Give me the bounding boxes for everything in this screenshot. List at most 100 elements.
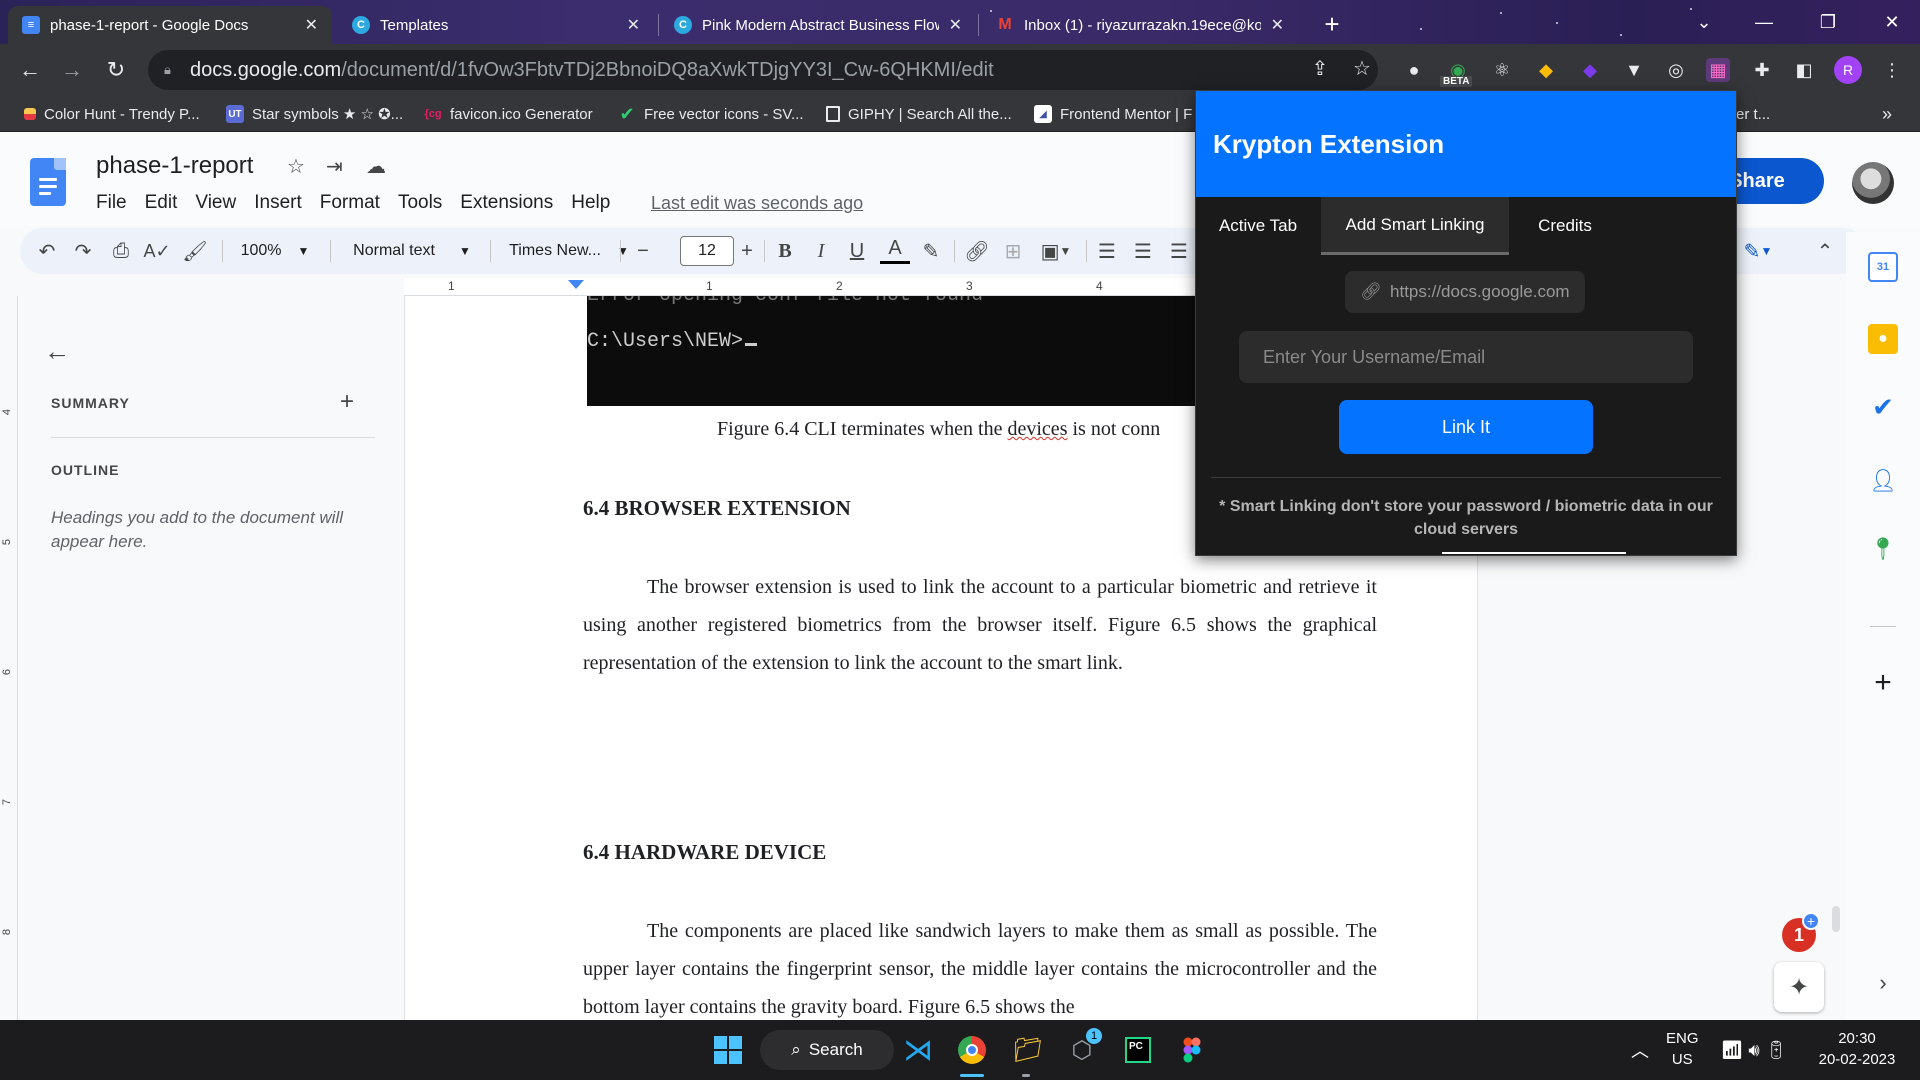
menu-help[interactable]: Help: [571, 192, 610, 214]
tray-chevron-up-icon[interactable]: ︿: [1620, 1030, 1660, 1070]
krypton-extension-icon[interactable]: ▦: [1706, 58, 1730, 82]
move-folder-icon[interactable]: ⇥: [326, 154, 343, 179]
contacts-icon[interactable]: 👤︎: [1868, 466, 1898, 496]
font-size-input[interactable]: 12: [680, 236, 734, 266]
close-icon[interactable]: ✕: [949, 15, 962, 35]
menu-format[interactable]: Format: [320, 192, 380, 214]
menu-view[interactable]: View: [195, 192, 236, 214]
extensions-puzzle-icon[interactable]: ✚: [1750, 58, 1774, 82]
scrollbar[interactable]: [1832, 906, 1840, 932]
redo-icon[interactable]: ↷: [68, 236, 98, 266]
chrome-icon[interactable]: [952, 1030, 992, 1070]
clock[interactable]: 20:30 20-02-2023: [1812, 1028, 1902, 1070]
bookmark-item[interactable]: ◢ Frontend Mentor | F: [1034, 102, 1192, 126]
insert-image-icon[interactable]: ▣ ▼: [1034, 236, 1078, 266]
underline-icon[interactable]: U: [842, 236, 872, 266]
calendar-icon[interactable]: 31: [1868, 252, 1898, 282]
spellcheck-icon[interactable]: A✓: [142, 236, 172, 266]
tab-credits[interactable]: Credits: [1510, 197, 1620, 255]
increase-font-size-icon[interactable]: +: [732, 236, 762, 266]
username-email-input[interactable]: [1239, 331, 1693, 383]
browser-menu-icon[interactable]: ⋮: [1880, 58, 1904, 82]
editing-mode-icon[interactable]: ✎ ▼: [1736, 236, 1780, 266]
bookmark-item[interactable]: {cg favicon.ico Generator: [424, 102, 592, 126]
align-right-icon[interactable]: ☰: [1164, 236, 1194, 266]
keep-icon[interactable]: ●: [1868, 324, 1898, 354]
indent-marker[interactable]: [568, 280, 584, 289]
link-it-button[interactable]: Link It: [1339, 400, 1593, 454]
menu-extensions[interactable]: Extensions: [460, 192, 553, 214]
extension-bug-icon[interactable]: ●: [1402, 58, 1426, 82]
more-bookmarks-icon[interactable]: »: [1882, 102, 1892, 126]
react-devtools-icon[interactable]: ⚛: [1490, 58, 1514, 82]
language-indicator[interactable]: ENG US: [1666, 1028, 1699, 1070]
back-arrow-icon[interactable]: ←: [14, 54, 46, 86]
document-title[interactable]: phase-1-report: [96, 152, 253, 180]
restore-button[interactable]: ❐: [1804, 6, 1852, 38]
reload-icon[interactable]: ↻: [100, 54, 132, 86]
bold-icon[interactable]: B: [770, 236, 800, 266]
insert-link-icon[interactable]: 🔗︎: [960, 236, 994, 266]
forward-arrow-icon[interactable]: →: [56, 54, 88, 86]
font-select[interactable]: Times New... ▼: [494, 236, 644, 266]
tab-active-tab[interactable]: Active Tab: [1196, 197, 1320, 255]
window-close-button[interactable]: ✕: [1868, 6, 1916, 38]
add-summary-icon[interactable]: +: [340, 388, 354, 416]
profile-avatar[interactable]: R: [1834, 56, 1862, 84]
text-color-icon[interactable]: A: [880, 236, 910, 264]
explore-sparkle-icon[interactable]: ✦: [1774, 962, 1824, 1012]
maps-icon[interactable]: 📍︎: [1868, 534, 1898, 564]
back-arrow-icon[interactable]: ←: [44, 336, 70, 367]
misspelled-word[interactable]: devices: [1008, 418, 1068, 440]
align-left-icon[interactable]: ☰: [1092, 236, 1122, 266]
bookmark-item[interactable]: er t...: [1736, 102, 1770, 126]
add-icon[interactable]: +: [1868, 666, 1898, 699]
bookmark-star-icon[interactable]: ☆: [1348, 54, 1376, 82]
highlight-icon[interactable]: ✎: [916, 236, 946, 266]
cloud-saved-icon[interactable]: ☁: [366, 154, 386, 179]
vscode-icon[interactable]: ⋊: [898, 1030, 938, 1070]
bookmark-item[interactable]: UT Star symbols ★ ☆ ✪...: [226, 102, 403, 126]
side-panel-icon[interactable]: ◧: [1792, 58, 1816, 82]
undo-icon[interactable]: ↶: [32, 236, 62, 266]
windows-start-icon[interactable]: [708, 1030, 748, 1070]
tasks-icon[interactable]: ✔: [1868, 392, 1898, 422]
print-icon[interactable]: ⎙: [106, 236, 136, 266]
last-edit-link[interactable]: Last edit was seconds ago: [651, 193, 863, 214]
star-icon[interactable]: ☆: [287, 154, 305, 179]
close-icon[interactable]: ✕: [305, 15, 318, 35]
bookmark-item[interactable]: GIPHY | Search All the...: [826, 102, 1012, 126]
file-explorer-icon[interactable]: 📁︎: [1008, 1030, 1048, 1070]
color-picker-icon[interactable]: ◆: [1534, 58, 1558, 82]
hide-menus-chevron-up-icon[interactable]: ⌃: [1810, 236, 1840, 266]
bookmark-item[interactable]: ✔ Free vector icons - SV...: [618, 102, 803, 126]
align-center-icon[interactable]: ☰: [1128, 236, 1158, 266]
network-volume-battery-icons[interactable]: 📶︎ 🔊︎ 🔋︎: [1712, 1030, 1796, 1070]
menu-insert[interactable]: Insert: [254, 192, 302, 214]
lock-icon[interactable]: 🔒︎: [164, 62, 178, 78]
google-docs-logo-icon[interactable]: [30, 158, 66, 206]
paint-format-icon[interactable]: 🖌︎: [180, 236, 210, 266]
browser-tab-pink-modern[interactable]: C Pink Modern Abstract Business Flow ✕: [660, 6, 976, 44]
close-icon[interactable]: ✕: [1271, 15, 1284, 35]
share-page-icon[interactable]: ⇪: [1306, 54, 1334, 82]
tab-add-smart-linking[interactable]: Add Smart Linking: [1321, 197, 1509, 255]
new-tab-button[interactable]: +: [1316, 8, 1348, 40]
italic-icon[interactable]: I: [806, 236, 836, 266]
add-comment-icon[interactable]: ⊞: [998, 236, 1028, 266]
menu-edit[interactable]: Edit: [145, 192, 178, 214]
pycharm-icon[interactable]: PC: [1118, 1030, 1158, 1070]
address-bar[interactable]: 🔒︎ docs.google.com/document/d/1fvOw3Fbtv…: [148, 50, 1378, 90]
decrease-font-size-icon[interactable]: −: [628, 236, 658, 266]
url-text[interactable]: docs.google.com/document/d/1fvOw3FbtvTDj…: [190, 59, 994, 82]
close-icon[interactable]: ✕: [627, 15, 640, 35]
browser-tab-docs[interactable]: ≡ phase-1-report - Google Docs ✕: [8, 6, 332, 44]
avatar[interactable]: [1852, 162, 1894, 204]
minimize-button[interactable]: —: [1740, 6, 1788, 38]
zoom-select[interactable]: 100% ▼: [236, 236, 314, 266]
tab-search-chevron-icon[interactable]: ⌄: [1680, 6, 1728, 38]
expand-panel-chevron-icon[interactable]: ›: [1868, 968, 1898, 998]
browser-tab-templates[interactable]: C Templates ✕: [338, 6, 654, 44]
style-select[interactable]: Normal text ▼: [342, 236, 482, 266]
taskbar-search[interactable]: ⌕ Search: [760, 1030, 894, 1070]
